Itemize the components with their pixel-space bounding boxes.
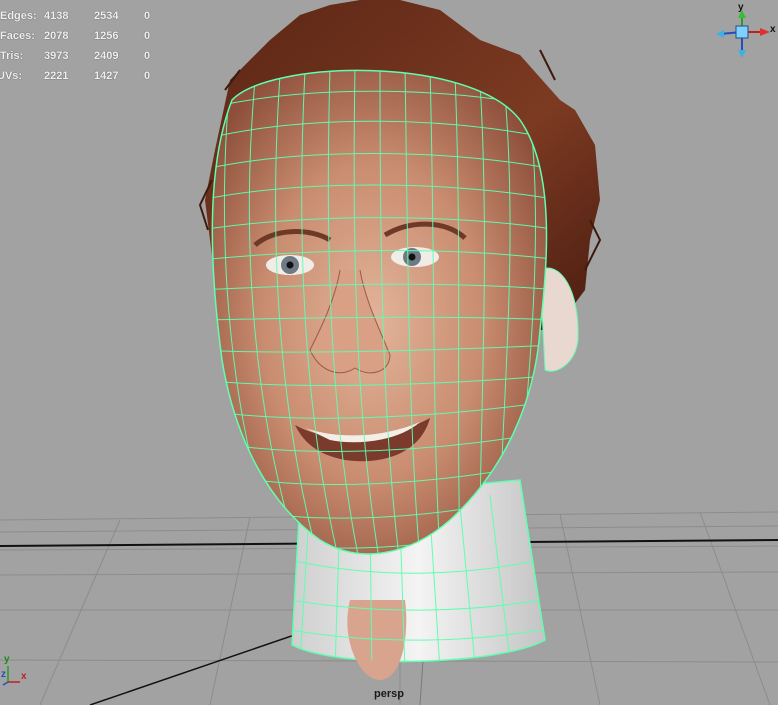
axis-gizmo-icon: y z x (0, 654, 36, 690)
hud-value: 2078 (44, 30, 69, 42)
hud-value: 2409 (94, 50, 119, 62)
origin-x-label: x (21, 671, 27, 682)
hud-value: 1256 (94, 30, 119, 42)
hud-value: 0 (144, 70, 151, 82)
hud-row-uvs: UVs: 2221 1427 0 (0, 66, 184, 86)
origin-y-label: y (4, 654, 10, 665)
hud-label: Faces: (0, 30, 35, 42)
poly-count-hud: Edges: 4138 2534 0 Faces: 2078 1256 0 Tr… (0, 6, 184, 86)
hud-value: 0 (144, 10, 151, 22)
hud-label: UVs: (0, 70, 23, 82)
view-cube-x-label: x (770, 24, 776, 35)
camera-name-label: persp (374, 688, 404, 700)
view-cube-y-label: y (738, 2, 744, 13)
hud-value: 2221 (44, 70, 69, 82)
hud-label: Edges: (0, 10, 37, 22)
hud-row-edges: Edges: 4138 2534 0 (0, 6, 184, 26)
hud-value: 3973 (44, 50, 69, 62)
hud-label: Tris: (0, 50, 24, 62)
hud-row-faces: Faces: 2078 1256 0 (0, 26, 184, 46)
hud-value: 0 (144, 50, 151, 62)
3d-viewport[interactable] (0, 0, 778, 705)
hud-value: 0 (144, 30, 151, 42)
hud-value: 1427 (94, 70, 119, 82)
hud-value: 2534 (94, 10, 119, 22)
hud-value: 4138 (44, 10, 69, 22)
hud-row-tris: Tris: 3973 2409 0 (0, 46, 184, 66)
view-cube-icon[interactable]: y x (712, 2, 778, 62)
origin-z-label: z (1, 669, 6, 680)
